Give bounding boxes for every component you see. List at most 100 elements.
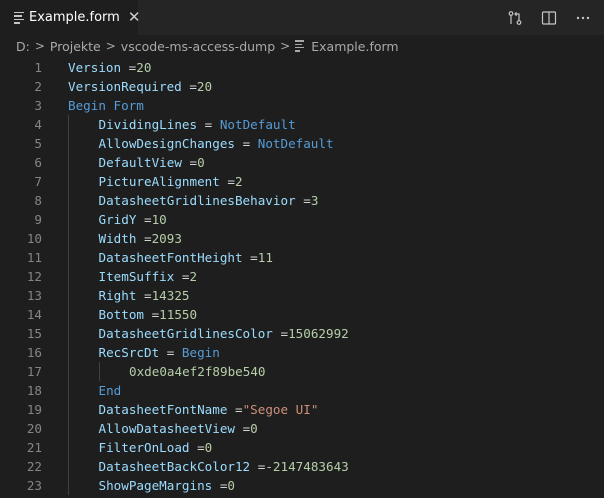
indent-guide — [68, 362, 69, 381]
breadcrumb-separator: > — [105, 39, 116, 53]
code-token: VersionRequired — [68, 79, 190, 94]
code-text: DatasheetGridlinesColor = 15062992 — [99, 324, 349, 343]
code-token: = — [227, 174, 235, 189]
code-line[interactable]: 16 RecSrcDt = Begin — [0, 343, 604, 362]
code-line[interactable]: 17 0xde0a4ef2f89be540 — [0, 362, 604, 381]
code-token: 15062992 — [288, 326, 349, 341]
code-token: GridY — [98, 212, 144, 227]
more-actions-icon[interactable] — [572, 7, 594, 29]
code-text: Bottom = 11550 — [99, 305, 198, 324]
code-line[interactable]: 10 Width = 2093 — [0, 229, 604, 248]
tab-example-form[interactable]: Example.form ✕ — [0, 0, 141, 35]
code-token: = — [280, 326, 289, 341]
code-line[interactable]: 12 ItemSuffix = 2 — [0, 267, 604, 286]
code-token: Width — [98, 231, 144, 246]
line-number: 12 — [26, 269, 42, 284]
code-token: = — [151, 307, 160, 322]
split-editor-icon[interactable] — [538, 7, 560, 29]
code-token: ShowPageMargins — [98, 478, 220, 493]
breadcrumb-item-projekte[interactable]: Projekte — [50, 39, 101, 54]
indent-guide — [68, 210, 69, 229]
code-text: DefaultView = 0 — [99, 153, 205, 172]
code-line[interactable]: 2 VersionRequired = 20 — [0, 77, 604, 96]
code-token: 11550 — [159, 307, 198, 322]
code-token: Begin — [181, 345, 220, 360]
indent-guide — [68, 248, 69, 267]
close-icon[interactable]: ✕ — [128, 10, 141, 26]
code-line[interactable]: 14 Bottom = 11550 — [0, 305, 604, 324]
indent-guide — [68, 172, 69, 191]
code-line[interactable]: 22 DatasheetBackColor12 = -2147483643 — [0, 457, 604, 476]
code-line[interactable]: 23 ShowPageMargins = 0 — [0, 476, 604, 495]
code-token: NotDefault — [219, 117, 296, 132]
editor-tab-bar: Example.form ✕ — [0, 0, 604, 35]
code-editor[interactable]: 1 Version = 20 2 VersionRequired = 20 3 Begin F… — [0, 57, 604, 498]
code-token: = — [144, 212, 152, 227]
indent-guide — [68, 134, 69, 153]
code-line[interactable]: 5 AllowDesignChanges = NotDefault — [0, 134, 604, 153]
code-line[interactable]: 1 Version = 20 — [0, 58, 604, 77]
line-number: 4 — [34, 117, 42, 132]
code-token: 0xde0a4ef2f89be540 — [129, 364, 266, 379]
code-text: Begin Form — [68, 96, 144, 115]
editor-actions — [504, 0, 604, 35]
code-token: DatasheetGridlinesBehavior — [98, 193, 304, 208]
code-token: = — [234, 402, 243, 417]
breadcrumb-separator: > — [34, 39, 45, 53]
code-line[interactable]: 15 DatasheetGridlinesColor = 15062992 — [0, 324, 604, 343]
code-line[interactable]: 20 AllowDatasheetView = 0 — [0, 419, 604, 438]
code-token: 0 — [227, 478, 236, 493]
code-token: = — [197, 440, 205, 455]
code-token: 2 — [235, 174, 243, 189]
code-line[interactable]: 19 DatasheetFontName = "Segoe UI" — [0, 400, 604, 419]
indent-guide — [68, 381, 69, 400]
breadcrumb-separator: > — [280, 39, 291, 53]
code-token: -2147483643 — [265, 459, 349, 474]
line-number: 1 — [34, 60, 42, 75]
line-number: 14 — [26, 307, 42, 322]
code-token: 3 — [310, 193, 319, 208]
code-token: = — [242, 136, 258, 151]
code-line[interactable]: 8 DatasheetGridlinesBehavior = 3 — [0, 191, 604, 210]
code-token: NotDefault — [257, 136, 334, 151]
code-token: 2093 — [151, 231, 182, 246]
code-text: PictureAlignment = 2 — [99, 172, 243, 191]
code-token: 20 — [136, 60, 152, 75]
code-text: Width = 2093 — [99, 229, 182, 248]
code-token: = — [242, 421, 251, 436]
breadcrumb-item-repo[interactable]: vscode-ms-access-dump — [121, 39, 275, 54]
code-line[interactable]: 13 Right = 14325 — [0, 286, 604, 305]
code-line[interactable]: 4 DividingLines = NotDefault — [0, 115, 604, 134]
code-line[interactable]: 18 End — [0, 381, 604, 400]
file-lines-icon — [14, 11, 24, 25]
code-token: DividingLines — [98, 117, 205, 132]
code-token: 0 — [197, 155, 205, 170]
line-number: 9 — [34, 212, 42, 227]
code-token: Bottom — [98, 307, 152, 322]
breadcrumb-item-file[interactable]: Example.form — [295, 39, 399, 54]
code-text: 0xde0a4ef2f89be540 — [129, 362, 265, 381]
code-line[interactable]: 6 DefaultView = 0 — [0, 153, 604, 172]
code-token: = — [181, 269, 190, 284]
code-token: End — [98, 383, 122, 398]
code-line[interactable]: 11 DatasheetFontHeight = 11 — [0, 248, 604, 267]
code-text: RecSrcDt = Begin — [99, 343, 220, 362]
code-line[interactable]: 9 GridY = 10 — [0, 210, 604, 229]
code-token: ItemSuffix — [98, 269, 182, 284]
code-line[interactable]: 21 FilterOnLoad = 0 — [0, 438, 604, 457]
indent-guide — [68, 476, 69, 495]
code-token: DatasheetBackColor12 — [98, 459, 258, 474]
code-token: = — [166, 345, 182, 360]
compare-changes-icon[interactable] — [504, 7, 526, 29]
line-number: 2 — [34, 79, 42, 94]
code-token: = — [189, 155, 198, 170]
breadcrumb: D: > Projekte > vscode-ms-access-dump > … — [0, 35, 604, 57]
line-number: 3 — [34, 98, 42, 113]
tab-label: Example.form — [29, 10, 120, 25]
breadcrumb-item-drive[interactable]: D: — [16, 39, 30, 54]
code-token: 14325 — [151, 288, 190, 303]
code-token: 10 — [151, 212, 167, 227]
code-token: DefaultView — [98, 155, 190, 170]
code-line[interactable]: 7 PictureAlignment = 2 — [0, 172, 604, 191]
code-line[interactable]: 3 Begin Form — [0, 96, 604, 115]
